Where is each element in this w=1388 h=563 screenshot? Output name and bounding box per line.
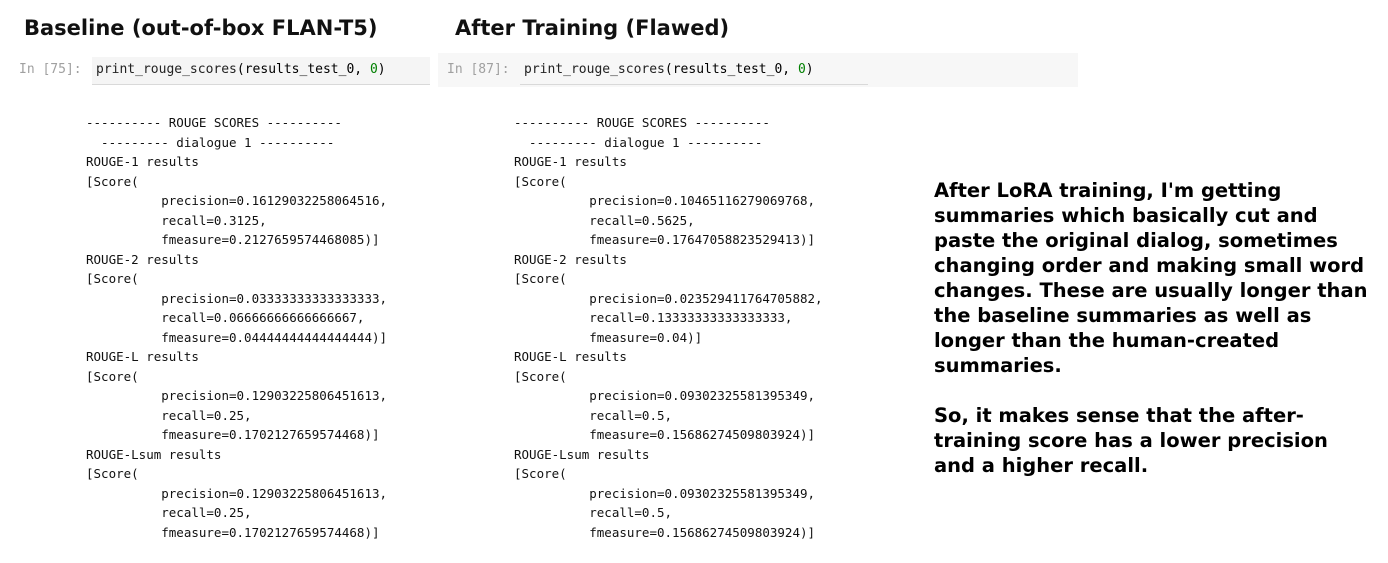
code-input[interactable]: print_rouge_scores(results_test_0, 0)	[92, 57, 430, 85]
note-paragraph-2: So, it makes sense that the after-traini…	[934, 404, 1328, 477]
notebook-cell-baseline[interactable]: In [75]: print_rouge_scores(results_test…	[14, 57, 434, 87]
after-training-rouge-output: ---------- ROUGE SCORES ---------- -----…	[514, 115, 823, 540]
explanation-note: After LoRA training, I'm getting summari…	[934, 178, 1374, 503]
code-function: print_rouge_scores	[96, 62, 237, 77]
code-args: (results_test_0,	[236, 62, 370, 77]
cell-prompt: In [75]:	[19, 62, 82, 77]
note-paragraph-1: After LoRA training, I'm getting summari…	[934, 179, 1368, 377]
code-function: print_rouge_scores	[524, 62, 665, 77]
code-args-close: )	[805, 62, 814, 77]
code-number: 0	[797, 62, 806, 77]
baseline-heading: Baseline (out-of-box FLAN-T5)	[24, 16, 378, 40]
code-args-close: )	[377, 62, 386, 77]
after-training-heading: After Training (Flawed)	[455, 16, 730, 40]
cell-prompt: In [87]:	[447, 62, 510, 77]
baseline-rouge-output: ---------- ROUGE SCORES ---------- -----…	[86, 115, 388, 540]
code-number: 0	[369, 62, 378, 77]
code-args: (results_test_0,	[664, 62, 798, 77]
notebook-cell-after-training[interactable]: In [87]: print_rouge_scores(results_test…	[438, 53, 1078, 87]
code-input[interactable]: print_rouge_scores(results_test_0, 0)	[520, 57, 868, 85]
